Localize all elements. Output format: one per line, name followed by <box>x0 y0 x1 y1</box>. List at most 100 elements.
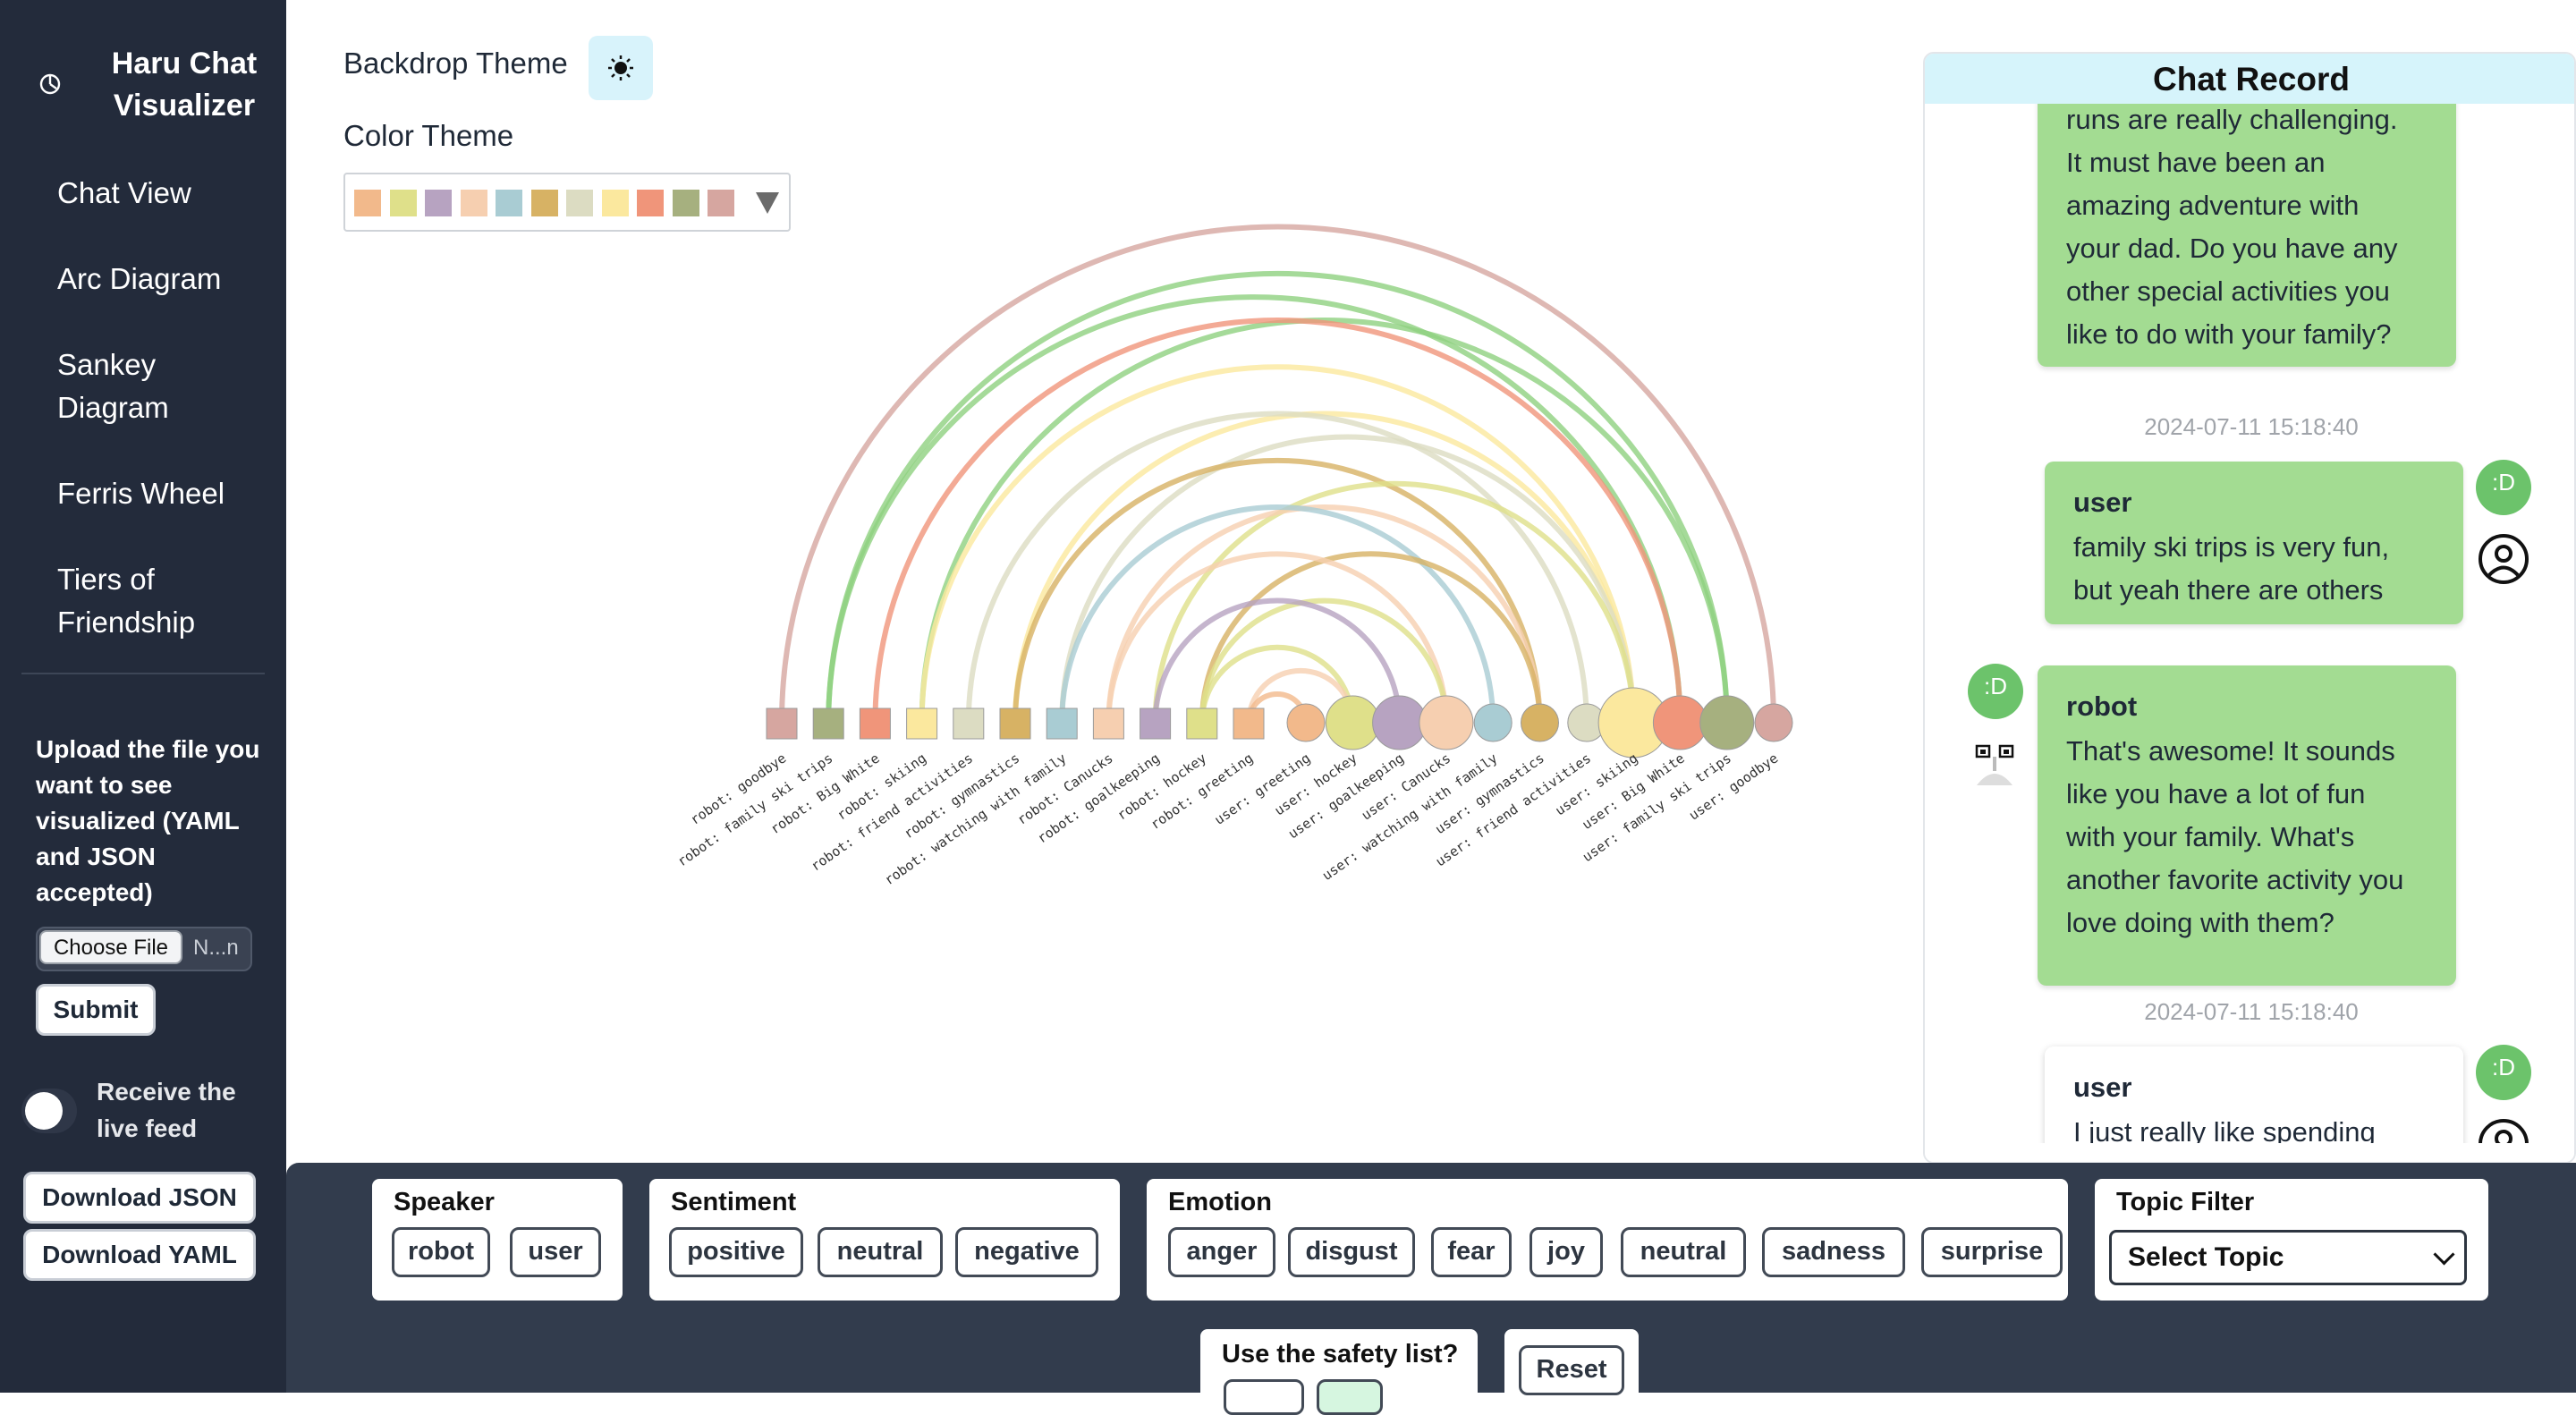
sidebar: Haru Chat Visualizer Chat View Arc Diagr… <box>0 0 286 1393</box>
sidebar-divider <box>21 673 265 674</box>
app-title: Haru Chat Visualizer <box>95 43 274 127</box>
arc-node-robot[interactable] <box>999 708 1031 740</box>
pie-chart-icon <box>39 73 61 95</box>
nav-item-arc-diagram[interactable]: Arc Diagram <box>0 258 221 301</box>
message-line: It must have been an <box>2066 147 2326 178</box>
chat-message-robot: runs are really challenging. It must hav… <box>2038 93 2456 367</box>
sentiment-filter-title: Sentiment <box>671 1188 797 1216</box>
filter-chip-neutral[interactable]: neutral <box>818 1227 943 1277</box>
arc-link <box>919 364 1637 724</box>
chat-message-robot: robot That's awesome! It sounds like you… <box>2038 665 2456 986</box>
arc-node-robot[interactable] <box>812 708 844 740</box>
message-line: like to do with your family? <box>2066 318 2392 350</box>
arc-node-robot[interactable] <box>906 708 938 740</box>
choose-file-button[interactable]: Choose File <box>39 930 182 964</box>
filter-chip-robot[interactable]: robot <box>392 1227 490 1277</box>
nav-item-sankey-diagram[interactable]: Sankey Diagram <box>0 343 169 429</box>
chat-record-panel[interactable]: runs are really challenging. It must hav… <box>1923 52 2576 1164</box>
message-speaker: user <box>2073 487 2132 518</box>
filter-chip-neutral[interactable]: neutral <box>1621 1227 1746 1277</box>
filter-chip-negative[interactable]: negative <box>955 1227 1098 1277</box>
arc-node-robot[interactable] <box>766 708 798 740</box>
safety-list-group: Use the safety list? <box>1200 1329 1478 1415</box>
arc-node-user[interactable] <box>1754 703 1793 742</box>
message-line: That's awesome! It sounds <box>2066 735 2395 767</box>
nav-label-line2: Friendship <box>57 606 196 639</box>
message-line: runs are really challenging. <box>2066 104 2398 135</box>
emotion-filter-title: Emotion <box>1168 1188 1272 1216</box>
safety-option-yes[interactable] <box>1317 1379 1383 1415</box>
topic-filter-group: Topic Filter Select Topic <box>2095 1179 2488 1301</box>
arc-node-user[interactable] <box>1521 703 1559 742</box>
filter-chip-anger[interactable]: anger <box>1168 1227 1275 1277</box>
chat-message-user: user family ski trips is very fun, but y… <box>2045 462 2463 624</box>
filter-bar: Speaker robot user Sentiment positive ne… <box>286 1163 2576 1415</box>
arc-node-robot[interactable] <box>859 708 891 740</box>
arc-node-user[interactable] <box>1286 703 1326 742</box>
speaker-filter-group: Speaker robot user <box>372 1179 623 1301</box>
arc-node-robot[interactable] <box>1233 708 1265 740</box>
mood-badge: :D <box>2476 460 2531 515</box>
nav-item-ferris-wheel[interactable]: Ferris Wheel <box>0 472 225 515</box>
arc-node-user[interactable] <box>1473 703 1513 742</box>
nav-label-line2: Diagram <box>57 391 169 424</box>
reset-button[interactable]: Reset <box>1519 1345 1624 1395</box>
topic-select[interactable]: Select Topic <box>2109 1230 2467 1285</box>
safety-list-title: Use the safety list? <box>1222 1340 1459 1368</box>
sentiment-filter-group: Sentiment positive neutral negative <box>649 1179 1120 1301</box>
mood-badge: :D <box>2476 1045 2531 1100</box>
nav-label: Ferris Wheel <box>57 477 225 510</box>
arc-node-robot[interactable] <box>1092 708 1124 740</box>
nav-label: Chat View <box>57 176 191 209</box>
filter-chip-joy[interactable]: joy <box>1530 1227 1603 1277</box>
filter-chip-fear[interactable]: fear <box>1431 1227 1512 1277</box>
live-feed-toggle[interactable] <box>21 1089 77 1133</box>
arc-node-user[interactable] <box>1419 695 1474 750</box>
chat-record-header: Chat Record <box>1925 54 2574 104</box>
message-line: another favorite activity you <box>2066 864 2404 895</box>
arc-node-user[interactable] <box>1325 695 1380 750</box>
nav-item-tiers-of-friendship[interactable]: Tiers of Friendship <box>0 558 195 644</box>
user-avatar-icon <box>2479 534 2529 584</box>
arc-node-user[interactable] <box>1652 695 1707 750</box>
filter-chip-sadness[interactable]: sadness <box>1762 1227 1905 1277</box>
filter-chip-disgust[interactable]: disgust <box>1288 1227 1415 1277</box>
reset-group: Reset <box>1504 1329 1639 1401</box>
nav-item-chat-view[interactable]: Chat View <box>0 172 191 215</box>
message-timestamp: 2024-07-11 15:18:40 <box>2144 413 2359 440</box>
arc-node-user[interactable] <box>1699 695 1755 750</box>
message-line: family ski trips is very fun, <box>2073 531 2390 563</box>
download-json-button[interactable]: Download JSON <box>23 1172 256 1224</box>
arc-node-robot[interactable] <box>953 708 985 740</box>
nav-label: Tiers of <box>57 563 155 596</box>
emotion-filter-group: Emotion anger disgust fear joy neutral s… <box>1147 1179 2068 1301</box>
filter-chip-surprise[interactable]: surprise <box>1921 1227 2063 1277</box>
robot-avatar-icon <box>1975 744 2014 785</box>
message-line: with your family. What's <box>2066 821 2355 852</box>
arc-node-robot[interactable] <box>1140 708 1172 740</box>
submit-button[interactable]: Submit <box>36 984 156 1036</box>
topic-filter-title: Topic Filter <box>2116 1188 2255 1216</box>
upload-instructions: Upload the file you want to see visualiz… <box>36 735 260 906</box>
message-line: but yeah there are others <box>2073 574 2384 606</box>
download-yaml-button[interactable]: Download YAML <box>23 1229 256 1281</box>
arc-link <box>1106 504 1543 724</box>
message-line: amazing adventure with <box>2066 190 2360 221</box>
speaker-filter-title: Speaker <box>394 1188 495 1216</box>
message-timestamp: 2024-07-11 15:18:40 <box>2144 998 2359 1025</box>
live-feed-label: Receive the live feed <box>97 1078 236 1142</box>
chevron-down-icon <box>2433 1243 2455 1266</box>
file-input[interactable]: Choose File N...n <box>36 927 252 971</box>
arc-node-robot[interactable] <box>1186 708 1218 740</box>
message-line: like you have a lot of fun <box>2066 778 2366 809</box>
filter-chip-positive[interactable]: positive <box>669 1227 803 1277</box>
toggle-knob <box>25 1092 63 1130</box>
file-name: N...n <box>193 936 239 960</box>
mood-badge: :D <box>1968 664 2023 719</box>
chat-scroll-fade <box>1925 1143 2574 1162</box>
safety-option-no[interactable] <box>1224 1379 1304 1415</box>
topic-select-value: Select Topic <box>2128 1242 2284 1272</box>
arc-node-user[interactable] <box>1372 695 1428 750</box>
arc-node-robot[interactable] <box>1046 708 1078 740</box>
filter-chip-user[interactable]: user <box>510 1227 601 1277</box>
